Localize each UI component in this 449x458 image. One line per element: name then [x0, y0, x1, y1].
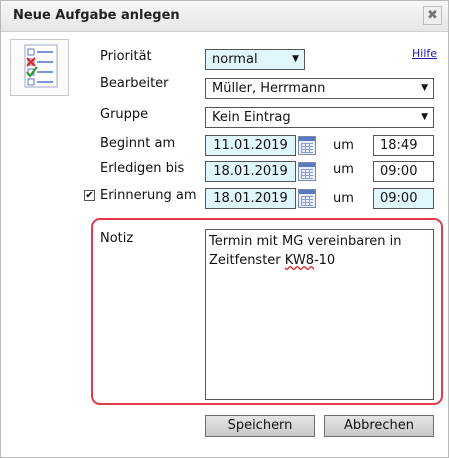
reminder-time-input[interactable]: 09:00 [373, 188, 434, 209]
priority-select[interactable]: normal ▼ [205, 49, 305, 70]
assignee-label: Bearbeiter [100, 76, 169, 91]
assignee-select[interactable]: Müller, Herrmann ▼ [205, 78, 434, 99]
note-line-1: Termin mit MG vereinbaren in [209, 234, 402, 249]
task-checklist-icon [10, 39, 69, 96]
priority-value: normal [212, 52, 258, 67]
reminder-checkbox[interactable]: ✔ [84, 190, 95, 201]
calendar-icon[interactable] [298, 136, 316, 155]
due-label: Erledigen bis [100, 161, 185, 176]
group-label: Gruppe [100, 107, 149, 122]
cancel-button[interactable]: Abbrechen [324, 415, 434, 437]
dialog-titlebar[interactable]: Neue Aufgabe anlegen ✖ [1, 1, 448, 32]
group-value: Kein Eintrag [212, 110, 291, 125]
chevron-down-icon: ▼ [421, 112, 428, 122]
chevron-down-icon: ▼ [421, 83, 428, 93]
new-task-dialog: Neue Aufgabe anlegen ✖ Hilfe Priorität n… [0, 0, 449, 458]
due-date-input[interactable]: 18.01.2019 [205, 161, 296, 182]
due-at-label: um [333, 162, 354, 177]
group-select[interactable]: Kein Eintrag ▼ [205, 107, 434, 128]
close-button[interactable]: ✖ [423, 6, 442, 25]
priority-label: Priorität [100, 49, 152, 64]
reminder-at-label: um [333, 191, 354, 206]
calendar-icon[interactable] [298, 189, 316, 208]
note-line-2: Zeitfenster KW8-10 [209, 251, 430, 270]
start-at-label: um [333, 138, 354, 153]
reminder-label: Erinnerung am [100, 188, 197, 203]
note-label: Notiz [100, 231, 134, 246]
close-icon: ✖ [427, 8, 438, 23]
spellcheck-flagged-word: KW8 [284, 253, 314, 268]
note-line-2-prefix: Zeitfenster [209, 253, 285, 268]
reminder-date-input[interactable]: 18.01.2019 [205, 188, 296, 209]
save-button[interactable]: Speichern [205, 415, 315, 437]
assignee-value: Müller, Herrmann [212, 81, 326, 96]
start-date-input[interactable]: 11.01.2019 [205, 135, 296, 156]
chevron-down-icon: ▼ [292, 54, 299, 64]
calendar-icon[interactable] [298, 162, 316, 181]
note-line-2-suffix: -10 [313, 253, 336, 268]
help-link[interactable]: Hilfe [412, 47, 437, 60]
start-label: Beginnt am [100, 136, 176, 151]
checkmark-icon: ✔ [85, 190, 94, 201]
note-textarea[interactable]: Termin mit MG vereinbaren in Zeitfenster … [205, 229, 434, 400]
dialog-title: Neue Aufgabe anlegen [13, 8, 180, 23]
start-time-input[interactable]: 18:49 [373, 135, 434, 156]
due-time-input[interactable]: 09:00 [373, 161, 434, 182]
